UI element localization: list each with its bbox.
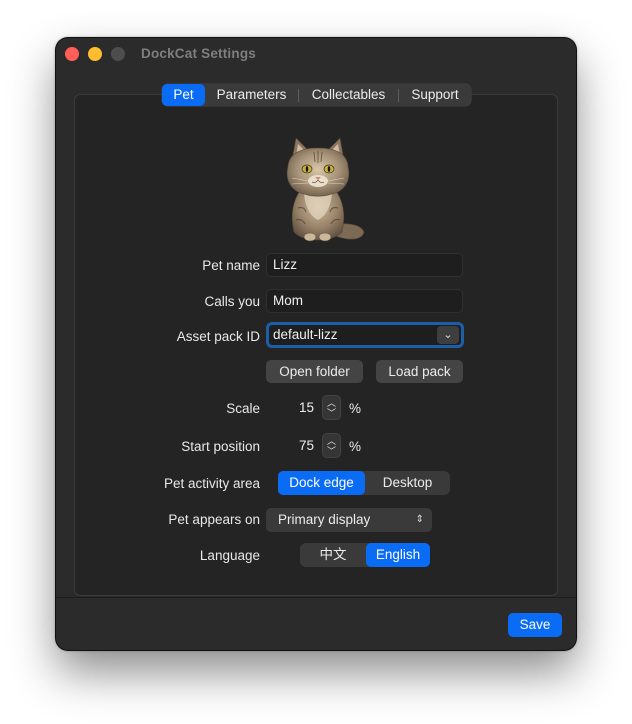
appears-on-label: Pet appears on: [168, 512, 260, 527]
language-chinese[interactable]: 中文: [300, 543, 366, 567]
footer-divider: [56, 597, 576, 598]
tab-parameters[interactable]: Parameters: [205, 84, 298, 106]
appears-on-popup[interactable]: Primary display ⇕: [266, 508, 432, 532]
start-position-value[interactable]: 75: [274, 438, 314, 453]
language-label: Language: [199, 548, 260, 563]
chevron-down-icon[interactable]: ﹀: [327, 408, 336, 418]
activity-area-desktop[interactable]: Desktop: [365, 471, 450, 495]
settings-window: DockCat Settings Pet Parameters Collecta…: [56, 38, 576, 650]
titlebar: DockCat Settings: [56, 38, 576, 70]
language-segmented: 中文 English: [300, 543, 430, 567]
chevron-down-icon[interactable]: ﹀: [327, 446, 336, 456]
pet-name-field[interactable]: Lizz: [266, 253, 463, 277]
scale-label: Scale: [226, 401, 260, 416]
open-folder-button[interactable]: Open folder: [266, 360, 363, 383]
activity-area-label: Pet activity area: [163, 476, 260, 491]
tab-support[interactable]: Support: [399, 84, 471, 106]
appears-on-value[interactable]: Primary display: [278, 512, 370, 527]
cat-portrait-icon: [286, 137, 365, 242]
chevron-up-icon[interactable]: ︿: [327, 436, 336, 446]
scale-stepper[interactable]: ︿ ﹀: [322, 395, 341, 420]
close-window-button[interactable]: [65, 47, 79, 61]
tab-bar: Pet Parameters Collectables Support: [162, 84, 471, 106]
calls-you-label: Calls you: [204, 294, 260, 309]
tab-pet[interactable]: Pet: [162, 84, 205, 106]
start-position-stepper[interactable]: ︿ ﹀: [322, 433, 341, 458]
zoom-window-button[interactable]: [111, 47, 125, 61]
chevron-up-icon[interactable]: ︿: [327, 398, 336, 408]
calls-you-field[interactable]: Mom: [266, 289, 463, 313]
chevron-down-icon[interactable]: ⌄: [437, 326, 459, 344]
minimize-window-button[interactable]: [88, 47, 102, 61]
save-button[interactable]: Save: [508, 613, 562, 637]
asset-pack-value[interactable]: default-lizz: [273, 327, 338, 342]
start-position-label: Start position: [181, 439, 260, 454]
scale-unit: %: [349, 401, 362, 416]
activity-area-segmented: Dock edge Desktop: [278, 471, 450, 495]
activity-area-dock-edge[interactable]: Dock edge: [278, 471, 365, 495]
start-position-unit: %: [349, 439, 362, 454]
scale-value[interactable]: 15: [274, 400, 314, 415]
asset-pack-combobox[interactable]: default-lizz ⌄: [266, 322, 464, 348]
window-title: DockCat Settings: [141, 46, 256, 61]
language-english[interactable]: English: [366, 543, 430, 567]
tab-collectables[interactable]: Collectables: [299, 84, 398, 106]
load-pack-button[interactable]: Load pack: [376, 360, 463, 383]
asset-pack-label: Asset pack ID: [176, 329, 260, 344]
pet-name-label: Pet name: [202, 258, 260, 273]
updown-chevron-icon[interactable]: ⇕: [416, 508, 424, 532]
